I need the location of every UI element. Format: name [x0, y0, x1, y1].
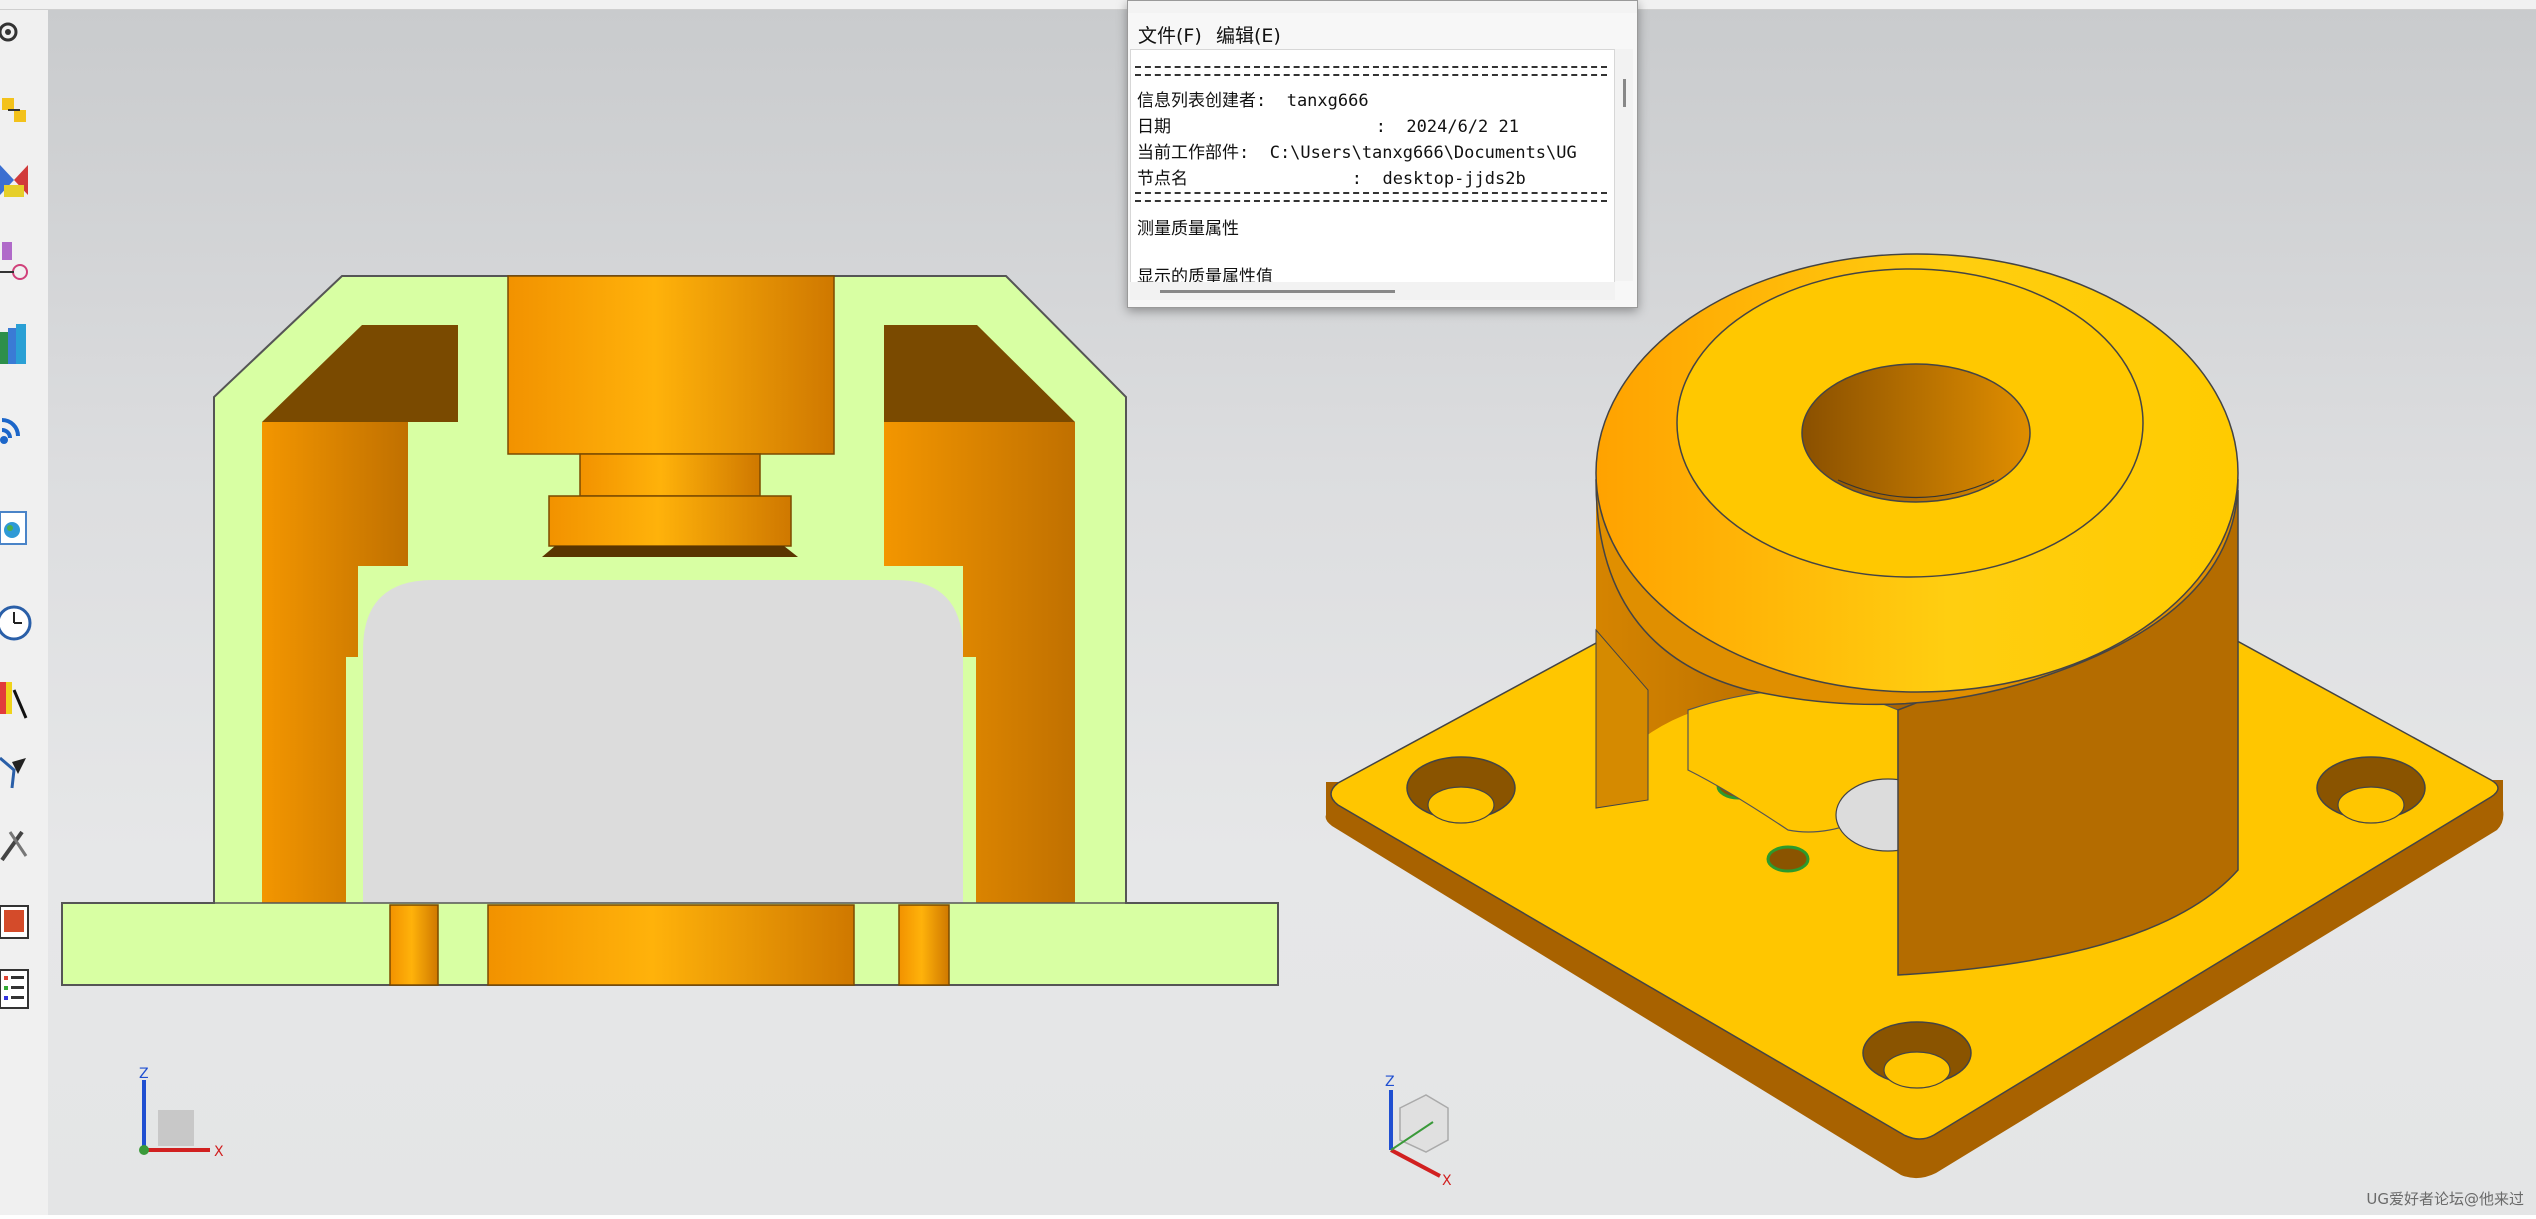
menu-edit[interactable]: 编辑(E) — [1216, 21, 1281, 48]
info-text-area[interactable]: 信息列表创建者: tanxg666 日期 : 2024/6/2 21 当前工作部… — [1130, 49, 1615, 283]
bore-neck — [579, 453, 761, 497]
view-triad-left: Z X — [139, 1066, 224, 1160]
info-part-line: 当前工作部件: C:\Users\tanxg666\Documents\UG — [1137, 143, 1577, 163]
view-triad-right: Z X — [1385, 1074, 1452, 1189]
triad-right-z: Z — [1385, 1074, 1395, 1090]
assembly-icon[interactable] — [2, 98, 26, 122]
isometric-view — [1325, 253, 2504, 1179]
info-measure-line: 测量质量属性 — [1137, 219, 1239, 239]
info-displayed-line: 显示的质量属性值 — [1137, 267, 1273, 283]
base-hole-right — [898, 904, 950, 986]
base-slot-center — [487, 904, 855, 986]
info-date-line: 日期 : 2024/6/2 21 — [1137, 117, 1519, 137]
base-hole-left — [389, 904, 439, 986]
watermark-text: UG爱好者论坛@他来过 — [2366, 1190, 2524, 1208]
bore-chamfer — [542, 546, 798, 557]
tools-icon[interactable] — [0, 830, 28, 862]
horizontal-scroll-thumb[interactable] — [1160, 290, 1395, 293]
measure-icon[interactable] — [0, 242, 28, 280]
display-icon[interactable] — [0, 905, 29, 939]
separator-line — [1135, 66, 1607, 76]
list-icon[interactable] — [0, 969, 29, 1009]
globe-icon[interactable] — [0, 511, 27, 545]
library-icon[interactable] — [0, 324, 26, 364]
clock-icon[interactable] — [0, 605, 32, 641]
triad-right-x: X — [1442, 1173, 1452, 1189]
horizontal-scrollbar[interactable] — [1130, 282, 1615, 300]
info-window-menubar: 文件(F) 编辑(E) — [1128, 13, 1637, 47]
vertical-scroll-thumb[interactable] — [1623, 79, 1626, 107]
triad-left-z: Z — [139, 1066, 149, 1082]
section-icon[interactable] — [0, 165, 28, 197]
separator-line — [1135, 192, 1607, 202]
menu-file[interactable]: 文件(F) — [1138, 21, 1202, 48]
vertical-scrollbar[interactable] — [1615, 49, 1633, 281]
bore-upper — [507, 275, 835, 455]
left-toolbar — [0, 10, 49, 1215]
info-creator-line: 信息列表创建者: tanxg666 — [1137, 91, 1369, 111]
info-window-titlebar[interactable] — [1128, 1, 1637, 13]
settings-icon[interactable] — [0, 22, 18, 42]
arch-cavity — [363, 580, 963, 903]
bore-step — [548, 495, 792, 547]
signal-icon[interactable] — [0, 418, 20, 444]
info-node-line: 节点名 : desktop-jjds2b — [1137, 169, 1526, 189]
triad-left-x: X — [214, 1144, 224, 1160]
section-view — [61, 275, 1279, 986]
pin-hole-2 — [1766, 845, 1810, 873]
filter-icon[interactable] — [0, 756, 26, 789]
info-window[interactable]: 文件(F) 编辑(E) 信息列表创建者: tanxg666 日期 : 2024/… — [1127, 0, 1638, 308]
cylinder-top-hole — [1801, 363, 2031, 503]
analysis-icon[interactable] — [0, 682, 28, 719]
